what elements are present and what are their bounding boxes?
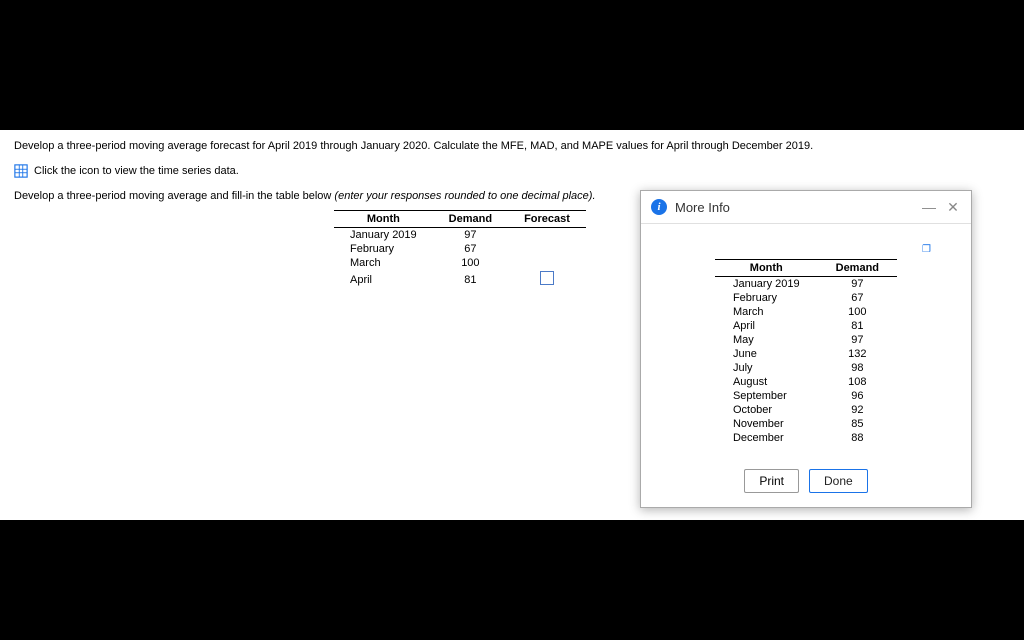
cell-demand: 97 bbox=[818, 277, 897, 292]
table-row: October92 bbox=[715, 403, 897, 417]
col-demand: Demand bbox=[433, 211, 508, 228]
col-forecast: Forecast bbox=[508, 211, 586, 228]
done-button[interactable]: Done bbox=[809, 469, 868, 493]
copy-icon[interactable]: ❐ bbox=[671, 244, 941, 255]
cell-demand: 81 bbox=[433, 270, 508, 289]
cell-demand: 67 bbox=[818, 291, 897, 305]
info-icon: i bbox=[651, 199, 667, 215]
table-header-row: Month Demand Forecast bbox=[334, 211, 586, 228]
table-row: August108 bbox=[715, 375, 897, 389]
problem-statement: Develop a three-period moving average fo… bbox=[14, 140, 1010, 152]
cell-month: September bbox=[715, 389, 818, 403]
modal-title: More Info bbox=[675, 200, 913, 215]
cell-month: October bbox=[715, 403, 818, 417]
cell-month: February bbox=[715, 291, 818, 305]
data-link-row: Click the icon to view the time series d… bbox=[14, 164, 1010, 178]
cell-demand: 67 bbox=[433, 242, 508, 256]
cell-forecast bbox=[508, 228, 586, 243]
cell-month: April bbox=[334, 270, 433, 289]
cell-demand: 96 bbox=[818, 389, 897, 403]
data-link-text[interactable]: Click the icon to view the time series d… bbox=[34, 165, 239, 177]
col-demand: Demand bbox=[818, 260, 897, 277]
cell-demand: 98 bbox=[818, 361, 897, 375]
table-icon[interactable] bbox=[14, 164, 28, 178]
table-row: March100 bbox=[334, 256, 586, 270]
data-table: Month Demand January 201997February67Mar… bbox=[715, 259, 897, 445]
cell-demand: 92 bbox=[818, 403, 897, 417]
table-row: January 201997 bbox=[334, 228, 586, 243]
modal-footer: Print Done bbox=[641, 459, 971, 507]
cell-forecast bbox=[508, 270, 586, 289]
forecast-input[interactable] bbox=[540, 271, 554, 285]
table-row: January 201997 bbox=[715, 277, 897, 292]
cell-month: August bbox=[715, 375, 818, 389]
table-row: April81 bbox=[715, 319, 897, 333]
instruction-italic: (enter your responses rounded to one dec… bbox=[334, 190, 595, 202]
table-row: December88 bbox=[715, 431, 897, 445]
table-row: March100 bbox=[715, 305, 897, 319]
forecast-table: Month Demand Forecast January 201997Febr… bbox=[334, 210, 586, 289]
table-row: June132 bbox=[715, 347, 897, 361]
col-month: Month bbox=[715, 260, 818, 277]
cell-month: July bbox=[715, 361, 818, 375]
cell-demand: 81 bbox=[818, 319, 897, 333]
cell-demand: 85 bbox=[818, 417, 897, 431]
table-header-row: Month Demand bbox=[715, 260, 897, 277]
print-button[interactable]: Print bbox=[744, 469, 799, 493]
table-row: February67 bbox=[715, 291, 897, 305]
cell-month: March bbox=[334, 256, 433, 270]
table-row: July98 bbox=[715, 361, 897, 375]
cell-month: January 2019 bbox=[715, 277, 818, 292]
table-row: November85 bbox=[715, 417, 897, 431]
cell-month: February bbox=[334, 242, 433, 256]
cell-month: January 2019 bbox=[334, 228, 433, 243]
cell-month: November bbox=[715, 417, 818, 431]
table-row: September96 bbox=[715, 389, 897, 403]
cell-month: December bbox=[715, 431, 818, 445]
cell-demand: 97 bbox=[818, 333, 897, 347]
cell-demand: 100 bbox=[818, 305, 897, 319]
cell-demand: 108 bbox=[818, 375, 897, 389]
close-icon[interactable]: ✕ bbox=[945, 199, 961, 215]
table-row: May97 bbox=[715, 333, 897, 347]
modal-header: i More Info — ✕ bbox=[641, 191, 971, 224]
minimize-icon[interactable]: — bbox=[921, 199, 937, 215]
col-month: Month bbox=[334, 211, 433, 228]
table-row: February67 bbox=[334, 242, 586, 256]
instruction-lead: Develop a three-period moving average an… bbox=[14, 190, 334, 202]
cell-month: June bbox=[715, 347, 818, 361]
more-info-modal: i More Info — ✕ ❐ Month Demand January 2… bbox=[640, 190, 972, 508]
modal-body: ❐ Month Demand January 201997February67M… bbox=[641, 224, 971, 459]
cell-month: April bbox=[715, 319, 818, 333]
cell-forecast bbox=[508, 242, 586, 256]
cell-demand: 100 bbox=[433, 256, 508, 270]
cell-demand: 97 bbox=[433, 228, 508, 243]
table-row: April81 bbox=[334, 270, 586, 289]
cell-forecast bbox=[508, 256, 586, 270]
cell-month: May bbox=[715, 333, 818, 347]
cell-demand: 88 bbox=[818, 431, 897, 445]
cell-month: March bbox=[715, 305, 818, 319]
cell-demand: 132 bbox=[818, 347, 897, 361]
